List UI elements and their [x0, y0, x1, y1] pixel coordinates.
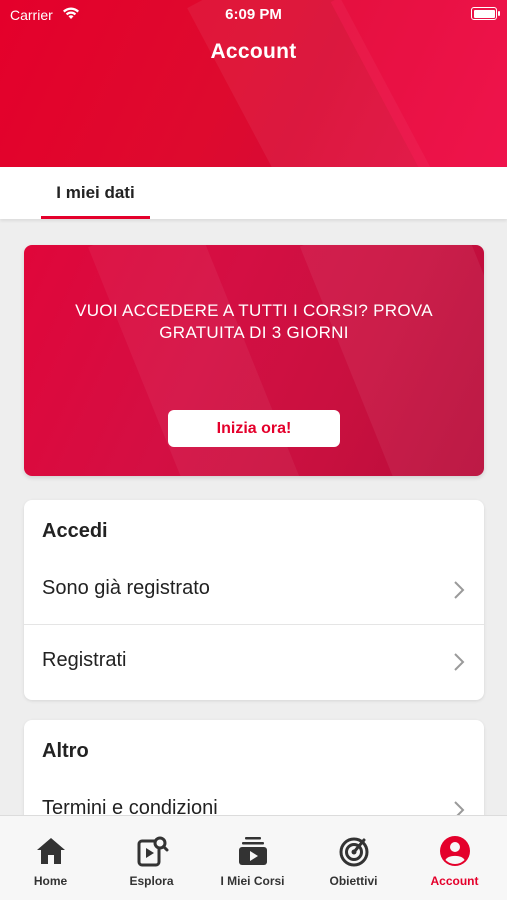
section-title: Accedi [42, 520, 108, 542]
battery-icon [471, 7, 500, 20]
clock: 6:09 PM [225, 6, 282, 23]
nav-home[interactable]: Home [0, 816, 101, 900]
bottom-navigation: Home Esplora I Miei Corsi Obiettivi Acco… [0, 815, 507, 900]
login-card: Accedi Sono già registrato Registrati [24, 500, 484, 700]
status-bar: Carrier 6:09 PM [0, 0, 507, 30]
nav-my-courses[interactable]: I Miei Corsi [202, 816, 303, 900]
tab-bar: I miei dati [0, 167, 507, 219]
chevron-right-icon [454, 653, 465, 671]
header: Carrier 6:09 PM Account [0, 0, 507, 167]
my-courses-icon [238, 837, 267, 865]
row-label: Sono già registrato [42, 577, 210, 599]
tab-my-data[interactable]: I miei dati [41, 167, 150, 219]
explore-icon [137, 836, 168, 867]
section-title: Altro [42, 740, 89, 762]
start-now-button[interactable]: Inizia ora! [168, 410, 340, 447]
nav-label: I Miei Corsi [220, 874, 285, 888]
goals-icon [339, 837, 368, 867]
account-icon [439, 836, 470, 866]
already-registered-row[interactable]: Sono già registrato [24, 555, 484, 625]
register-row[interactable]: Registrati [24, 627, 484, 697]
nav-label: Home [33, 874, 68, 888]
nav-account[interactable]: Account [404, 816, 505, 900]
tab-label: I miei dati [56, 183, 135, 202]
nav-label: Obiettivi [329, 874, 378, 888]
row-label: Registrati [42, 649, 127, 671]
promo-text: VUOI ACCEDERE A TUTTI I CORSI? PROVA GRA… [75, 301, 433, 342]
nav-label: Account [430, 874, 479, 888]
nav-explore[interactable]: Esplora [101, 816, 202, 900]
active-tab-indicator [41, 216, 150, 219]
page-title: Account [210, 40, 297, 63]
nav-label: Esplora [129, 874, 174, 888]
trial-promo-banner: VUOI ACCEDERE A TUTTI I CORSI? PROVA GRA… [24, 245, 484, 476]
divider [24, 624, 484, 625]
home-icon [36, 838, 65, 864]
chevron-right-icon [454, 581, 465, 599]
nav-goals[interactable]: Obiettivi [303, 816, 404, 900]
